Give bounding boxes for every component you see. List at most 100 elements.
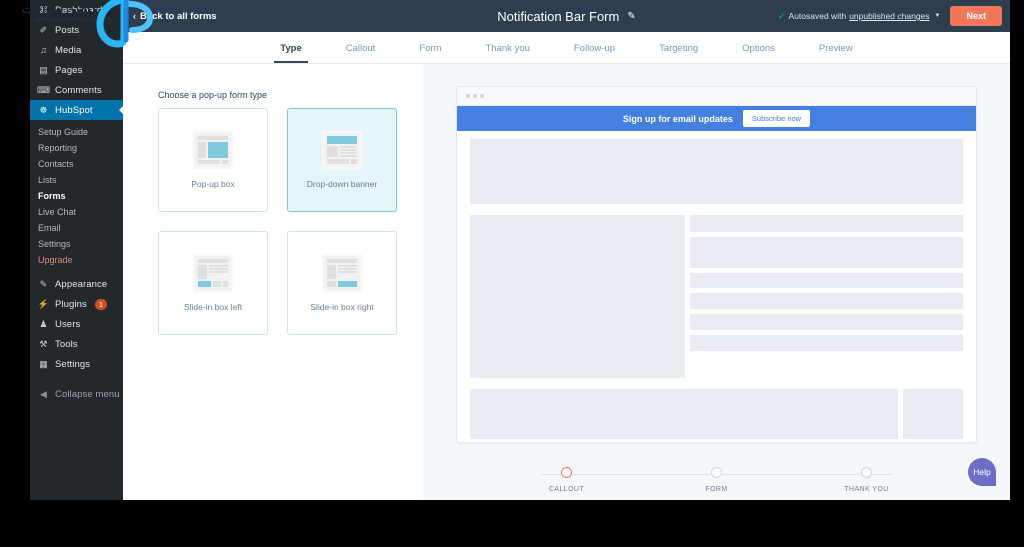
sidebar-item-hubspot[interactable]: ☸ HubSpot	[30, 100, 123, 120]
submenu-item-upgrade[interactable]: Upgrade	[30, 252, 123, 268]
submenu-label: Setup Guide	[38, 127, 89, 137]
placeholder-footer-section	[470, 389, 963, 439]
wordpress-admin-sidebar: ⌘ Dashboard ✐ Posts ♫ Media ▤ Pages ⌨ Co…	[30, 0, 123, 500]
tab-type[interactable]: Type	[274, 43, 309, 63]
tab-callout[interactable]: Callout	[346, 43, 376, 63]
placeholder-line	[690, 335, 963, 351]
collapse-menu-button[interactable]: ◀ Collapse menu	[30, 384, 123, 404]
sidebar-item-dashboard[interactable]: ⌘ Dashboard	[30, 0, 123, 20]
dropdown-banner-thumb	[322, 131, 362, 169]
chevron-left-icon: ‹	[133, 11, 136, 21]
placeholder-line	[690, 237, 963, 268]
sidebar-item-settings[interactable]: ▦ Settings	[30, 354, 123, 374]
submenu-item-lists[interactable]: Lists	[30, 172, 123, 188]
tab-follow-up[interactable]: Follow-up	[574, 43, 615, 63]
page-title: Notification Bar Form	[497, 8, 620, 24]
form-type-card-grid: Pop-up box Drop-down banner Slide-in box…	[158, 108, 398, 335]
tab-thank-you[interactable]: Thank you	[486, 43, 530, 63]
pages-icon: ▤	[39, 64, 48, 75]
card-label: Slide-in box right	[310, 302, 374, 312]
submenu-item-contacts[interactable]: Contacts	[30, 156, 123, 172]
form-type-card-slide-in-right[interactable]: Slide-in box right	[287, 231, 397, 335]
slidein-left-thumb	[193, 254, 233, 292]
chevron-down-icon: ▼	[934, 13, 941, 19]
settings-icon: ▦	[39, 358, 48, 369]
placeholder-footer-narrow	[903, 389, 963, 439]
step-label: CALLOUT	[548, 486, 585, 493]
window-dot-green	[480, 94, 484, 98]
sidebar-item-posts[interactable]: ✐ Posts	[30, 20, 123, 40]
notification-bar-text: Sign up for email updates	[622, 113, 733, 124]
unpublished-changes-link[interactable]: unpublished changes	[849, 11, 929, 21]
sidebar-item-label: HubSpot	[55, 104, 93, 116]
dashboard-icon: ⌘	[38, 4, 49, 15]
step-circle	[711, 467, 722, 478]
sidebar-item-comments[interactable]: ⌨ Comments	[30, 80, 123, 100]
sidebar-item-label: Pages	[55, 64, 83, 76]
submenu-label: Email	[38, 223, 61, 233]
submenu-label: Contacts	[38, 159, 74, 169]
sidebar-item-label: Plugins	[55, 298, 87, 310]
pencil-icon[interactable]: ✎	[627, 11, 635, 22]
tab-form[interactable]: Form	[419, 43, 441, 63]
sidebar-item-appearance[interactable]: ✎ Appearance	[30, 274, 123, 294]
sidebar-item-media[interactable]: ♫ Media	[30, 40, 123, 60]
submenu-item-forms[interactable]: Forms	[30, 188, 123, 204]
hubspot-form-editor: ‹ Back to all forms Notification Bar For…	[123, 0, 1010, 500]
media-icon: ♫	[40, 44, 47, 55]
browser-mockup: Sign up for email updates Subscribe now	[456, 86, 977, 443]
step-form[interactable]: FORM	[677, 467, 757, 493]
tab-options[interactable]: Options	[742, 43, 775, 63]
step-circle	[861, 467, 872, 478]
placeholder-line	[690, 293, 963, 309]
placeholder-line	[690, 314, 963, 330]
placeholder-line	[690, 215, 963, 232]
editor-topbar: ‹ Back to all forms Notification Bar For…	[123, 0, 1010, 32]
placeholder-line	[690, 273, 963, 288]
submenu-item-setup-guide[interactable]: Setup Guide	[30, 124, 123, 140]
submenu-item-reporting[interactable]: Reporting	[30, 140, 123, 156]
submenu-item-settings[interactable]: Settings	[30, 236, 123, 252]
submenu-label: Live Chat	[38, 207, 77, 217]
check-icon: ✓	[777, 10, 786, 21]
placeholder-mid-section	[470, 215, 963, 378]
submenu-item-email[interactable]: Email	[30, 220, 123, 236]
next-button[interactable]: Next	[950, 6, 1002, 26]
step-label: FORM	[705, 486, 728, 493]
screenshot-root: ⌘ Dashboard ✐ Posts ♫ Media ▤ Pages ⌨ Co…	[0, 0, 1024, 547]
step-callout[interactable]: CALLOUT	[527, 467, 607, 493]
wrench-icon: ⚒	[39, 338, 48, 349]
sidebar-item-pages[interactable]: ▤ Pages	[30, 60, 123, 80]
user-icon: ♟	[39, 318, 48, 329]
sidebar-item-users[interactable]: ♟ Users	[30, 314, 123, 334]
step-thank-you[interactable]: THANK YOU	[827, 467, 907, 493]
back-to-all-forms-link[interactable]: ‹ Back to all forms	[133, 11, 217, 22]
tab-targeting[interactable]: Targeting	[659, 43, 698, 63]
placeholder-footer-wide	[470, 389, 898, 439]
plugins-update-badge: 1	[94, 298, 108, 310]
sidebar-item-tools[interactable]: ⚒ Tools	[30, 334, 123, 354]
notification-bar-preview: Sign up for email updates Subscribe now	[457, 106, 976, 131]
form-type-chooser: Choose a pop-up form type Pop-up box Dro…	[123, 64, 423, 500]
sidebar-item-label: Comments	[55, 84, 102, 96]
sidebar-item-plugins[interactable]: ⚡ Plugins 1	[30, 294, 123, 314]
help-button[interactable]: Help	[968, 458, 996, 486]
sidebar-item-label: Posts	[55, 24, 80, 36]
placeholder-text-lines	[690, 215, 963, 378]
chooser-heading: Choose a pop-up form type	[158, 90, 268, 100]
mock-page-content	[457, 131, 976, 439]
autosave-status[interactable]: ✓ Autosaved with unpublished changes ▼	[778, 11, 941, 22]
subscribe-now-button[interactable]: Subscribe now	[742, 110, 811, 127]
preview-panel: Sign up for email updates Subscribe now	[423, 64, 1010, 500]
collapse-icon: ◀	[39, 388, 48, 399]
autosave-prefix: Autosaved with	[788, 11, 847, 21]
tab-preview[interactable]: Preview	[819, 43, 853, 63]
form-type-card-slide-in-left[interactable]: Slide-in box left	[158, 231, 268, 335]
sidebar-item-label: Users	[55, 318, 81, 330]
submenu-item-live-chat[interactable]: Live Chat	[30, 204, 123, 220]
plug-icon: ⚡	[37, 298, 50, 309]
form-type-card-popup-box[interactable]: Pop-up box	[158, 108, 268, 212]
popup-box-thumb	[193, 131, 233, 169]
form-type-card-dropdown-banner[interactable]: Drop-down banner	[287, 108, 397, 212]
